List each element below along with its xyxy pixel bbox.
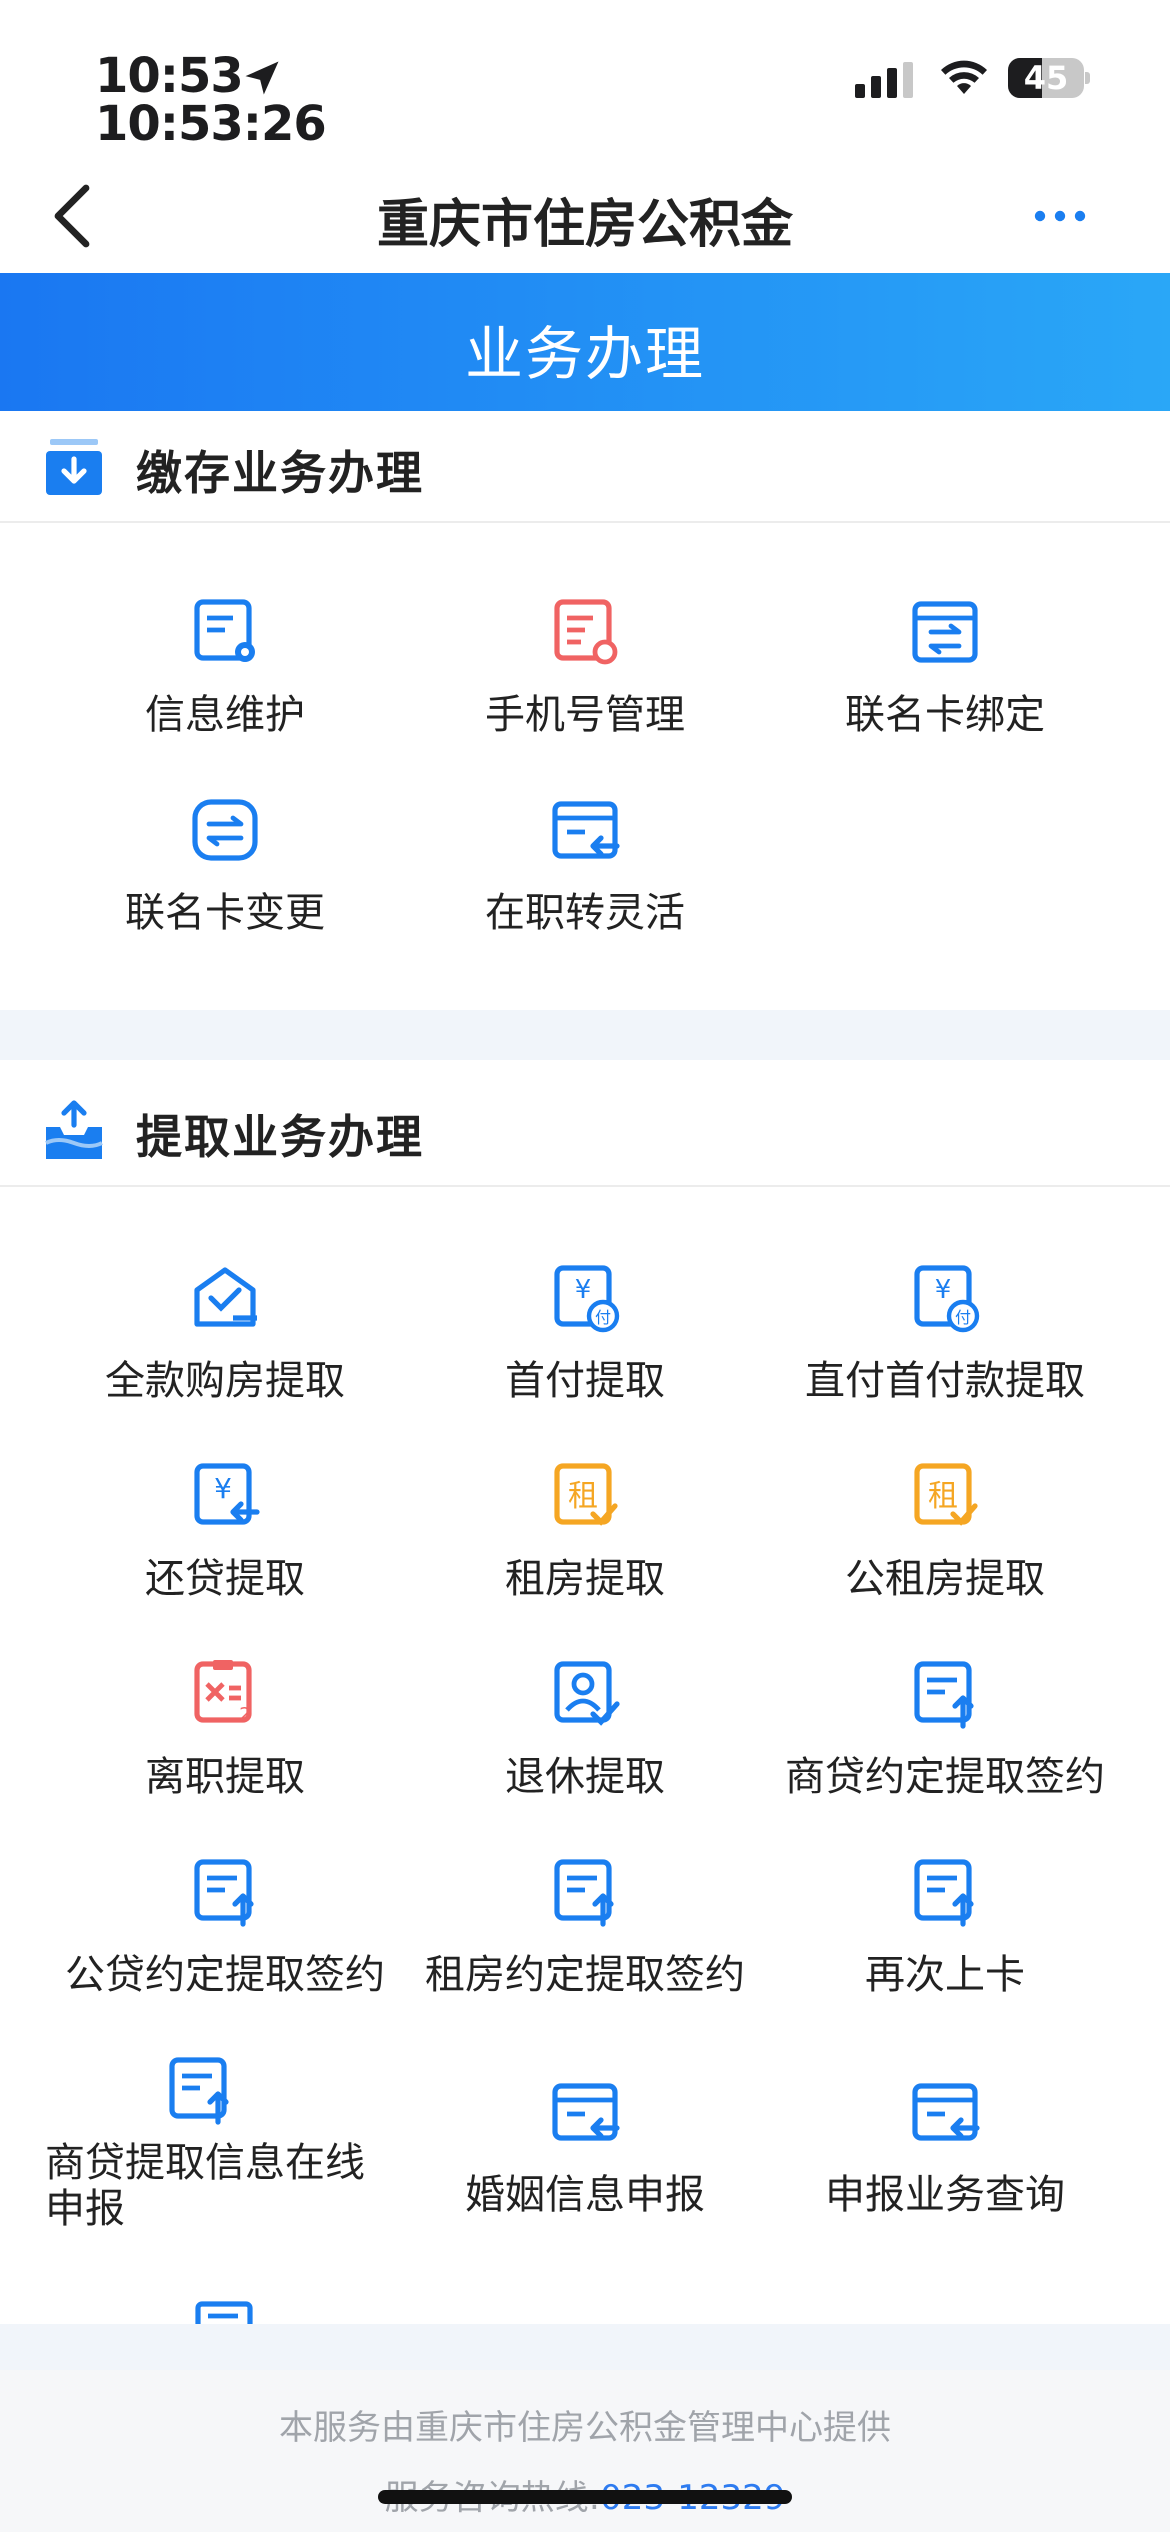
doc-upload-icon <box>909 1658 981 1730</box>
service-tile-label: 公贷约定提取签约 <box>65 1952 385 1998</box>
card-return-icon <box>909 2076 981 2148</box>
service-tile[interactable]: 公贷约定提取签约 <box>45 1856 405 2000</box>
service-tile-label: 还贷提取 <box>145 1556 305 1602</box>
battery-indicator: 45 <box>1008 58 1090 98</box>
service-tile[interactable]: ¥ 付直付首付款提取 <box>765 1262 1125 1406</box>
doc-upload-icon <box>909 1856 981 1928</box>
service-tile[interactable]: ¥ 还贷提取 <box>45 1460 405 1604</box>
service-tile[interactable]: 婚姻信息申报 <box>405 2076 765 2220</box>
footer-provider-text: 本服务由重庆市住房公积金管理中心提供 <box>279 2408 891 2448</box>
doc-gear-icon <box>189 596 261 668</box>
partial-doc-icon <box>195 2301 253 2324</box>
battery-percent: 45 <box>1023 59 1069 97</box>
service-tile-label: 联名卡绑定 <box>845 692 1045 738</box>
nav-bar: 重庆市住房公积金 <box>0 160 1170 272</box>
service-tile-label: 再次上卡 <box>865 1952 1025 1998</box>
svg-text:¥: ¥ <box>575 1275 592 1305</box>
service-tile[interactable]: 租租房提取 <box>405 1460 765 1604</box>
service-tile-label: 全款购房提取 <box>105 1358 345 1404</box>
service-tile-label: 租房约定提取签约 <box>425 1952 745 1998</box>
deposit-tray-icon <box>46 439 102 495</box>
more-dots-icon[interactable] <box>1030 196 1090 236</box>
doc-upload-icon <box>189 1856 261 1928</box>
doc-upload-icon <box>549 1856 621 1928</box>
service-tile[interactable]: 商贷提取信息在线申报 <box>0 2054 400 2232</box>
svg-text:付: 付 <box>595 1308 611 1327</box>
yen-pay-icon: ¥ 付 <box>549 1262 621 1334</box>
person-check-icon <box>549 1658 621 1730</box>
service-tile-label: 租房提取 <box>505 1556 665 1602</box>
resign-doc-icon: 2 <box>189 1658 261 1730</box>
card-return-icon <box>549 794 621 866</box>
service-tile-label: 在职转灵活 <box>485 890 685 936</box>
service-tile[interactable]: 再次上卡 <box>765 1856 1125 2000</box>
service-tile[interactable]: 2 离职提取 <box>45 1658 405 1802</box>
svg-text:租: 租 <box>928 1479 958 1514</box>
house-check-icon <box>189 1262 261 1334</box>
service-tile[interactable]: 全款购房提取 <box>45 1262 405 1406</box>
service-tile[interactable]: 租房约定提取签约 <box>405 1856 765 2000</box>
status-time-seconds: 10:53:26 <box>95 96 327 152</box>
svg-text:租: 租 <box>568 1479 598 1514</box>
service-tile-label: 手机号管理 <box>485 692 685 738</box>
service-tile-label: 婚姻信息申报 <box>465 2172 705 2218</box>
svg-text:2: 2 <box>239 1704 250 1725</box>
svg-text:付: 付 <box>955 1308 971 1327</box>
banner: 业务办理 <box>0 273 1170 411</box>
deposit-section-title: 缴存业务办理 <box>136 446 424 500</box>
service-tile[interactable]: 商贷约定提取签约 <box>765 1658 1125 1802</box>
service-tile-label: 公租房提取 <box>845 1556 1045 1602</box>
location-arrow-icon <box>245 61 279 95</box>
service-tile-label: 离职提取 <box>145 1754 305 1800</box>
service-tile[interactable]: 申报业务查询 <box>765 2076 1125 2220</box>
service-tile[interactable]: 在职转灵活 <box>405 794 765 938</box>
service-tile[interactable]: 信息维护 <box>45 596 405 740</box>
svg-text:¥: ¥ <box>935 1275 952 1305</box>
service-tile-label: 直付首付款提取 <box>805 1358 1085 1404</box>
card-return-icon <box>549 2076 621 2148</box>
yen-pay-icon: ¥ 付 <box>909 1262 981 1334</box>
service-tile[interactable]: ¥ 付首付提取 <box>405 1262 765 1406</box>
service-tile-label: 申报业务查询 <box>825 2172 1065 2218</box>
withdraw-section-title: 提取业务办理 <box>136 1110 424 1164</box>
service-tile-label: 首付提取 <box>505 1358 665 1404</box>
status-bar: 10:53 10:53:26 45 <box>0 0 1170 160</box>
card-change-icon <box>189 794 261 866</box>
footer: 本服务由重庆市住房公积金管理中心提供 服务咨询热线:023-12329 <box>0 2370 1170 2532</box>
service-tile-label: 联名卡变更 <box>125 890 325 936</box>
bottom-divider <box>0 2324 1170 2370</box>
service-tile[interactable]: 退休提取 <box>405 1658 765 1802</box>
service-tile-label: 退休提取 <box>505 1754 665 1800</box>
doc-upload-icon <box>164 2054 236 2126</box>
withdraw-tray-icon <box>45 1100 103 1159</box>
card-swap-icon <box>909 596 981 668</box>
service-tile-label: 商贷约定提取签约 <box>785 1754 1105 1800</box>
service-tile[interactable]: 租公租房提取 <box>765 1460 1125 1604</box>
rent-doc-icon: 租 <box>549 1460 621 1532</box>
service-tile-label: 商贷提取信息在线申报 <box>45 2140 365 2232</box>
rent-doc-icon: 租 <box>909 1460 981 1532</box>
service-tile[interactable]: 联名卡绑定 <box>765 596 1125 740</box>
service-tile[interactable]: 手机号管理 <box>405 596 765 740</box>
section-divider <box>0 1010 1170 1060</box>
banner-title: 业务办理 <box>464 320 705 388</box>
yen-return-icon: ¥ <box>189 1460 261 1532</box>
deposit-section-header: 缴存业务办理 <box>0 411 1170 523</box>
cellular-signal-icon <box>855 62 913 98</box>
page-title: 重庆市住房公积金 <box>376 195 793 255</box>
doc-refresh-icon <box>549 596 621 668</box>
withdraw-section-header: 提取业务办理 <box>0 1075 1170 1187</box>
wifi-icon <box>941 60 987 94</box>
home-indicator <box>378 2490 792 2504</box>
service-tile-label: 信息维护 <box>145 692 305 738</box>
svg-text:¥: ¥ <box>214 1472 232 1505</box>
service-tile[interactable]: 联名卡变更 <box>45 794 405 938</box>
